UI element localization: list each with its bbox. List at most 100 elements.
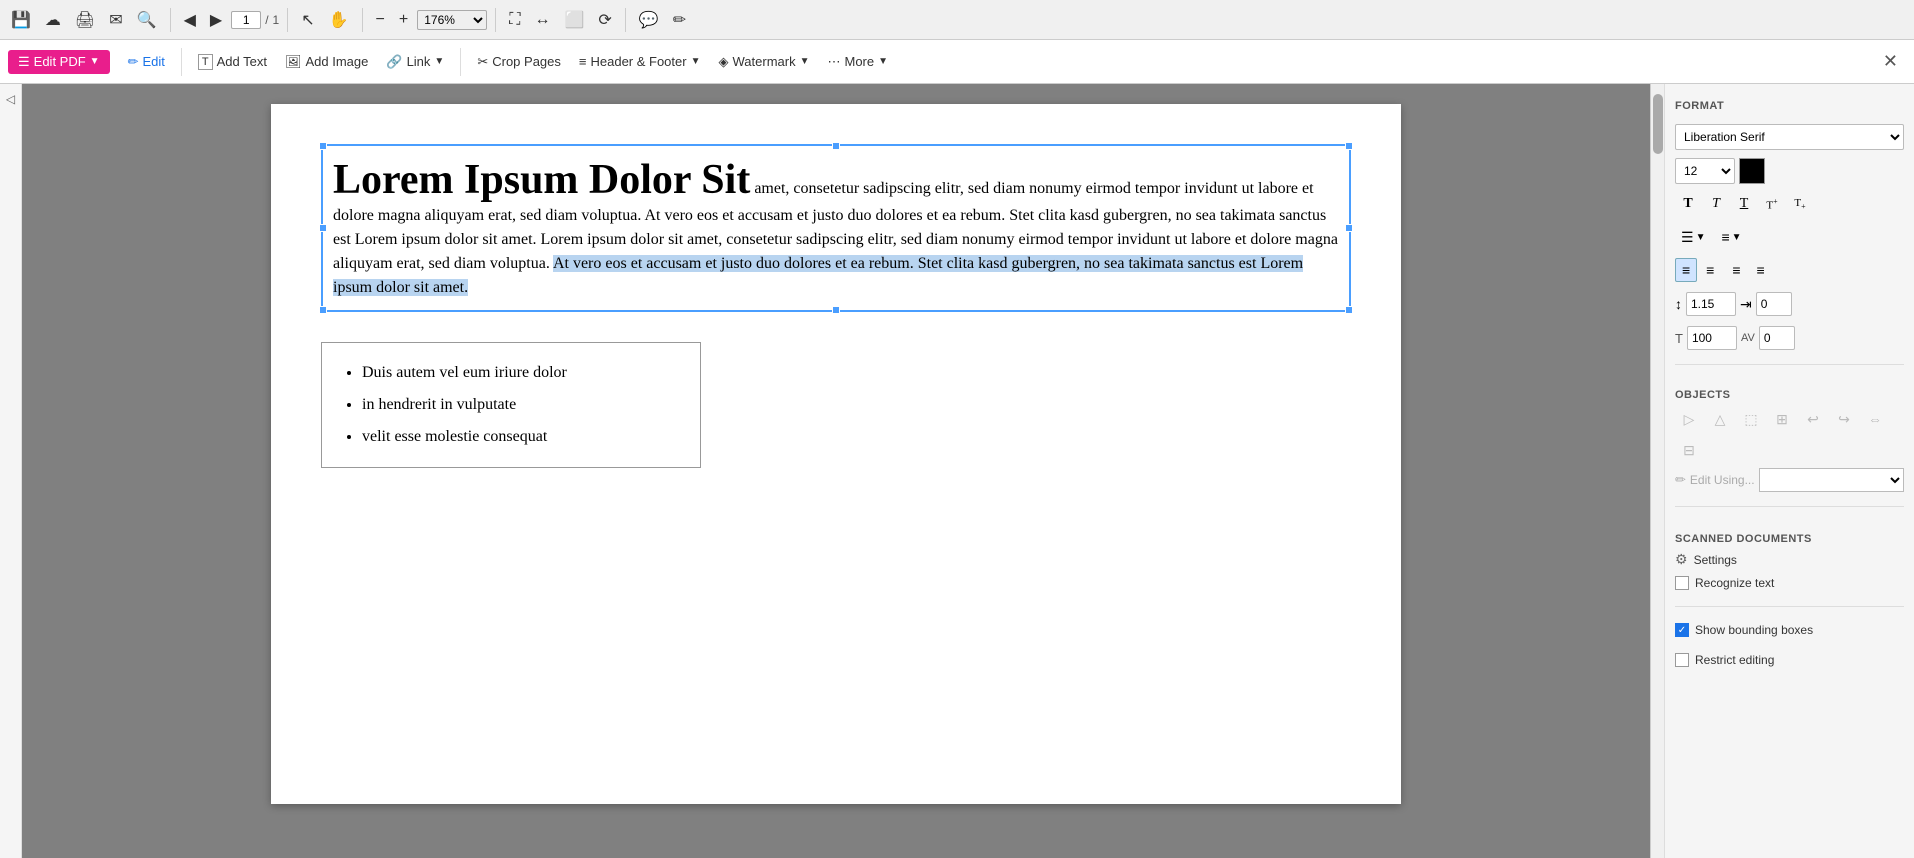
main-area: ◁ Lorem Ipsum Dolor Sit amet, consetetur… [0, 84, 1914, 858]
separator [181, 48, 182, 76]
indent-input[interactable] [1756, 292, 1792, 316]
char-scale-icon: T [1675, 331, 1683, 346]
watermark-button[interactable]: ◈ Watermark ▼ [711, 50, 818, 74]
flip-button[interactable]: ⇔ [1861, 405, 1889, 433]
handle-bottom-left[interactable] [319, 306, 327, 314]
line-spacing-input[interactable] [1686, 292, 1736, 316]
subscript-button[interactable]: T+ [1787, 192, 1813, 216]
vertical-scrollbar[interactable] [1650, 84, 1664, 858]
settings-icon: ⚙ [1675, 551, 1688, 568]
restrict-editing-item[interactable]: Restrict editing [1675, 651, 1904, 669]
edit-using-select[interactable] [1759, 468, 1904, 492]
pdf-page: Lorem Ipsum Dolor Sit amet, consetetur s… [271, 104, 1401, 804]
superscript-button[interactable]: T+ [1759, 192, 1785, 216]
prev-page-button[interactable]: ◀ [179, 7, 201, 33]
text-style-row: T T T T+ T+ [1675, 192, 1904, 216]
save-button[interactable]: 💾 [6, 7, 36, 33]
more-icon: ⋯ [827, 54, 840, 70]
italic-button[interactable]: T [1703, 192, 1729, 216]
objects-section: OBJECTS ▷ △ ⬚ ⊞ ↩ ↪ ⇔ ⊟ ✏ Edit Using... [1675, 383, 1904, 492]
handle-top-right[interactable] [1345, 142, 1353, 150]
char-spacing-input[interactable] [1759, 326, 1795, 350]
header-footer-button[interactable]: ≡ Header & Footer ▼ [571, 50, 709, 73]
actual-size-button[interactable]: ⬜ [559, 7, 589, 33]
fit-width-button[interactable]: ↔ [529, 8, 555, 32]
font-family-select[interactable]: Liberation Serif Arial Times New Roman [1675, 124, 1904, 150]
left-panel: ◁ [0, 84, 22, 858]
ordered-list-button[interactable]: ≡ ▼ [1715, 224, 1747, 250]
page-total: 1 [273, 13, 280, 27]
add-image-button[interactable]: 🖼 Add Image [277, 50, 376, 74]
crop-pages-button[interactable]: ✂ Crop Pages [469, 50, 569, 74]
bullet-item-2: in hendrerit in vulputate [362, 389, 680, 421]
separator [170, 8, 171, 32]
fit-page-button[interactable]: ⛶ [504, 8, 525, 32]
edit-button[interactable]: ✏ Edit [120, 50, 173, 74]
undo-obj-button[interactable]: ↩ [1799, 405, 1827, 433]
scrollbar-thumb[interactable] [1653, 94, 1663, 154]
edit-using-label: Edit Using... [1690, 473, 1755, 487]
print-button[interactable]: 🖨 [70, 7, 100, 33]
close-button[interactable]: ✕ [1875, 47, 1906, 76]
hand-tool-button[interactable]: ✋ [324, 7, 354, 33]
panel-collapse-icon[interactable]: ◁ [6, 92, 15, 106]
unordered-list-dropdown-icon[interactable]: ▼ [1696, 232, 1706, 243]
mail-button[interactable]: ✉ [104, 7, 127, 33]
bullet-item-3: velit esse molestie consequat [362, 421, 680, 453]
recognize-text-checkbox[interactable] [1675, 576, 1689, 590]
bring-forward-button[interactable]: ▷ [1675, 405, 1703, 433]
unordered-list-button[interactable]: ☰ ▼ [1675, 224, 1711, 250]
align-center-button[interactable]: ≡ [1699, 258, 1723, 282]
bold-button[interactable]: T [1675, 192, 1701, 216]
redo-obj-button[interactable]: ↪ [1830, 405, 1858, 433]
char-scale-input[interactable] [1687, 326, 1737, 350]
settings-item[interactable]: ⚙ Settings [1675, 549, 1904, 570]
link-chevron-icon: ▼ [434, 56, 444, 67]
upload-button[interactable]: ☁ [40, 7, 66, 33]
pen-button[interactable]: ✏ [668, 7, 691, 33]
search-button[interactable]: 🔍 [132, 7, 162, 33]
divider-1 [1675, 364, 1904, 365]
divider-2 [1675, 506, 1904, 507]
zoom-select[interactable]: 50%75%100%125%150%176%200%300% [417, 10, 487, 30]
edit-pdf-button[interactable]: ☰ Edit PDF ▼ [8, 50, 110, 74]
pdf-area: Lorem Ipsum Dolor Sit amet, consetetur s… [22, 84, 1650, 858]
triangle-button[interactable]: △ [1706, 405, 1734, 433]
font-color-picker[interactable] [1739, 158, 1765, 184]
link-button[interactable]: 🔗 Link ▼ [378, 50, 452, 74]
align-left-button[interactable]: ≡ [1675, 258, 1697, 282]
handle-mid-left[interactable] [319, 224, 327, 232]
resize-button[interactable]: ⬚ [1737, 405, 1765, 433]
group-button[interactable]: ⊞ [1768, 405, 1796, 433]
zoom-out-button[interactable]: − [371, 8, 390, 32]
show-bounding-boxes-checkbox[interactable]: ✓ [1675, 623, 1689, 637]
next-page-button[interactable]: ▶ [205, 7, 227, 33]
comment-button[interactable]: 💬 [634, 7, 664, 33]
ungroup-button[interactable]: ⊟ [1675, 436, 1703, 464]
list-buttons-row: ☰ ▼ ≡ ▼ [1675, 224, 1904, 250]
recognize-text-item[interactable]: Recognize text [1675, 574, 1904, 592]
underline-button[interactable]: T [1731, 192, 1757, 216]
page-number-input[interactable]: 1 [231, 11, 261, 29]
handle-top-center[interactable] [832, 142, 840, 150]
handle-bottom-right[interactable] [1345, 306, 1353, 314]
more-button[interactable]: ⋯ More ▼ [819, 50, 896, 74]
handle-mid-right[interactable] [1345, 224, 1353, 232]
scroll-container: Lorem Ipsum Dolor Sit amet, consetetur s… [22, 84, 1664, 858]
add-text-button[interactable]: T Add Text [190, 50, 275, 74]
align-right-button[interactable]: ≡ [1725, 258, 1747, 282]
handle-bottom-center[interactable] [832, 306, 840, 314]
justify-button[interactable]: ≡ [1750, 258, 1772, 282]
show-bounding-boxes-item[interactable]: ✓ Show bounding boxes [1675, 621, 1904, 639]
text-box-selected[interactable]: Lorem Ipsum Dolor Sit amet, consetetur s… [321, 144, 1351, 312]
zoom-in-button[interactable]: + [394, 8, 413, 32]
font-size-select[interactable]: 891011121416182436 [1675, 158, 1735, 184]
cursor-tool-button[interactable]: ↖ [296, 7, 319, 33]
restrict-editing-checkbox[interactable] [1675, 653, 1689, 667]
handle-top-left[interactable] [319, 142, 327, 150]
rotate-button[interactable]: ⟳ [593, 7, 616, 33]
ordered-list-icon: ≡ [1721, 229, 1729, 245]
ordered-list-dropdown-icon[interactable]: ▼ [1732, 232, 1742, 243]
watermark-chevron-icon: ▼ [800, 56, 810, 67]
separator [287, 8, 288, 32]
